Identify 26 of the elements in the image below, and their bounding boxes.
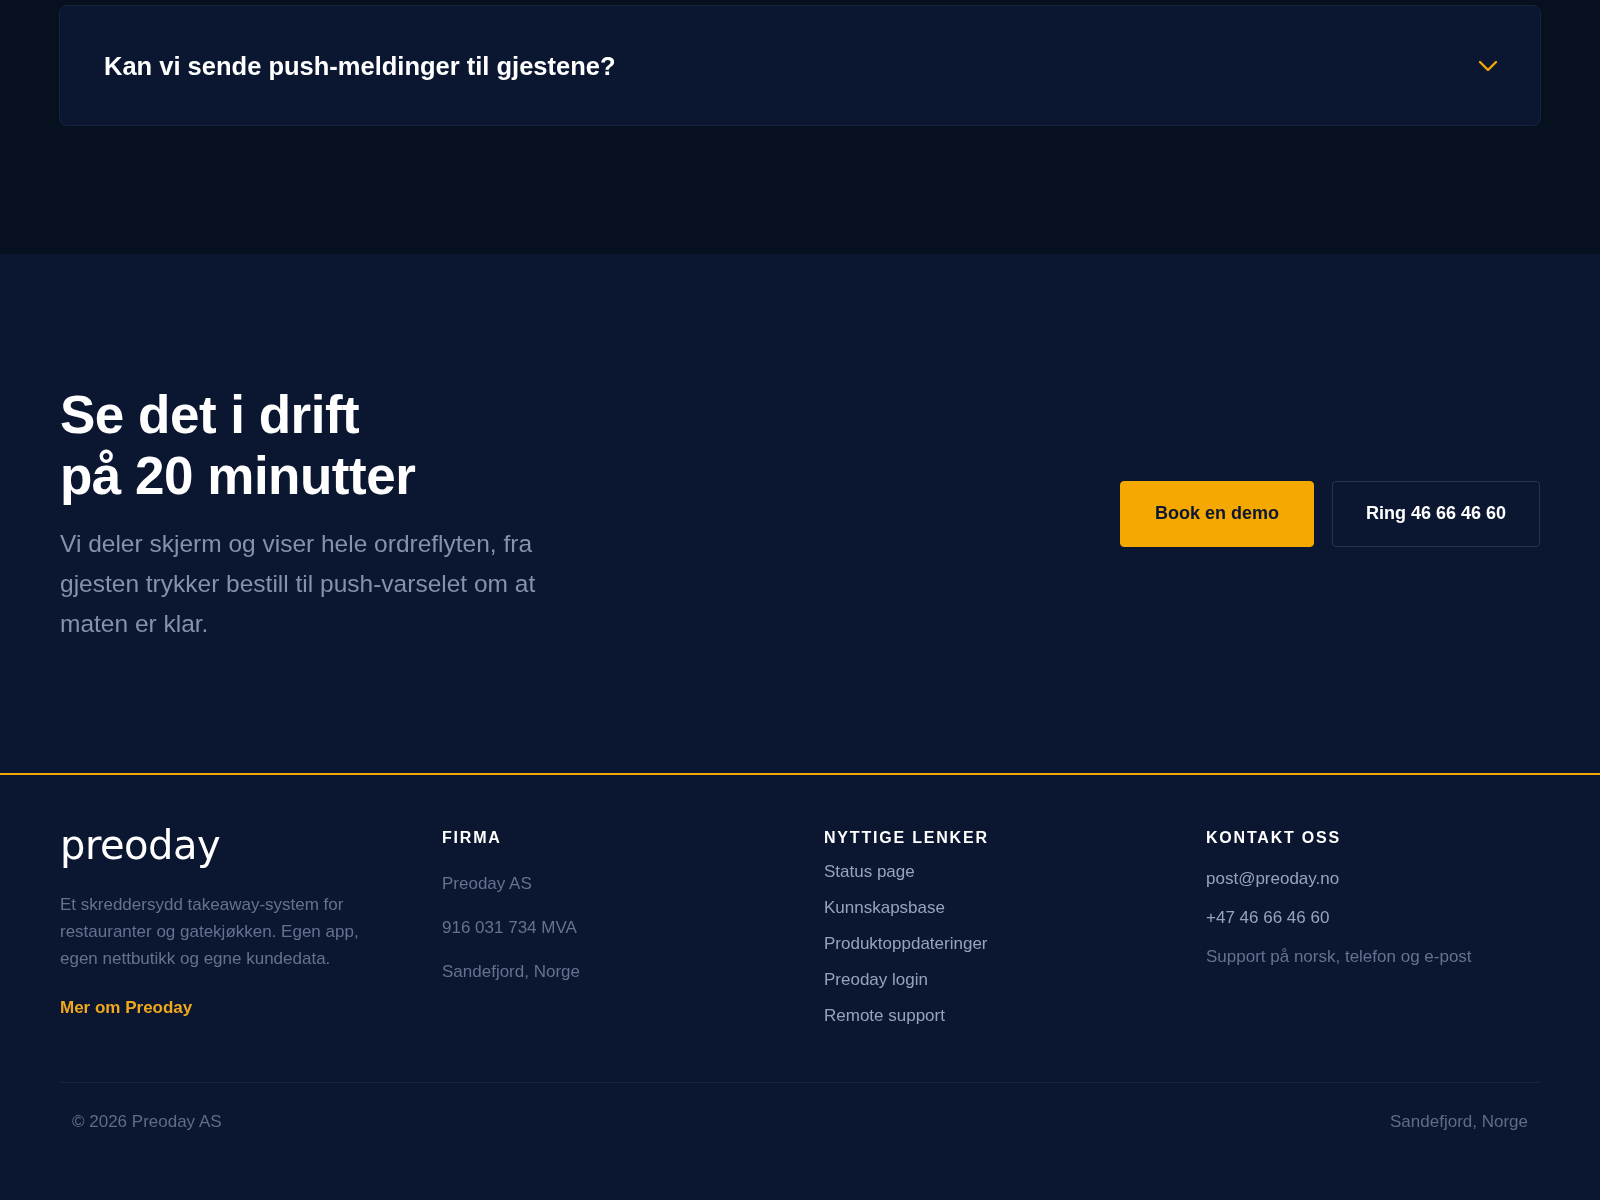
footer-text: Support på norsk, telefon og e-post [1206,946,1472,968]
footer-link[interactable]: Produktoppdateringer [824,933,988,955]
company-description: Et skreddersydd takeaway-system for restauranter og gatekjøkken. Egen app, egen nettbutikk og egne kundedata. [60,894,360,970]
footer-link[interactable]: Remote support [824,1005,945,1027]
faq-question[interactable]: Kan vi sende push-meldinger til gjestene? [104,49,616,82]
footer-link[interactable]: post@preoday.no [1206,868,1340,890]
call-button[interactable]: Ring 46 66 46 60 [1331,480,1540,547]
footer-text: 916 031 734 MVA [442,917,577,939]
column-heading: KONTAKT OSS [1206,828,1342,848]
cta-heading: Se det i drift på 20 minutter [60,383,416,506]
faq-item[interactable]: Kan vi sende push-meldinger til gjestene? [59,5,1541,126]
chevron-icon[interactable] [1478,59,1498,72]
footer-link[interactable]: Preoday login [824,969,928,991]
footer-link[interactable]: Kunnskapsbase [824,897,945,919]
cta-description: Vi deler skjerm og viser hele ordreflyten, fra gjesten trykker bestill til push-varselet om at maten er klar. [60,528,537,639]
book-demo-button[interactable]: Book en demo [1119,480,1314,547]
copyright-text: © 2026 Preoday AS [72,1111,222,1133]
column-heading: NYTTIGE LENKER [824,828,989,848]
footer-link[interactable]: Status page [824,861,915,883]
footer-text: Preoday AS [442,873,532,895]
column-heading: FIRMA [442,828,502,848]
about-link[interactable]: Mer om Preoday [60,997,193,1019]
footer-link[interactable]: +47 46 66 46 60 [1206,907,1330,929]
footer-text: Sandefjord, Norge [442,961,580,983]
location-text: Sandefjord, Norge [1390,1111,1528,1133]
logo[interactable]: preoday [60,823,221,867]
